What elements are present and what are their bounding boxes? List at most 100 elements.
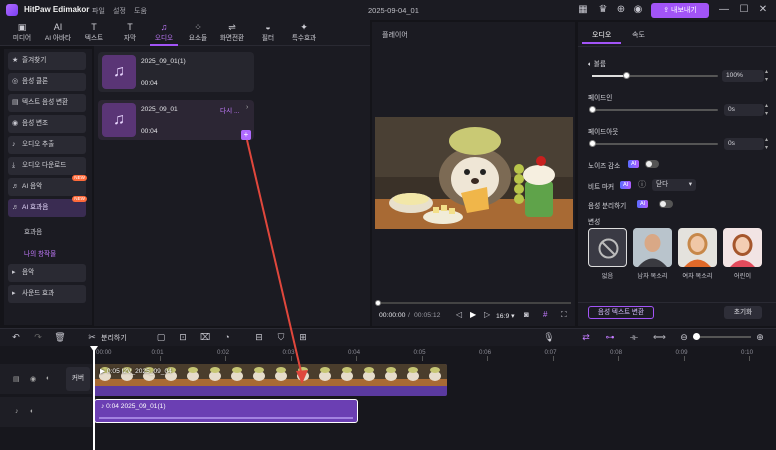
chevron-right-icon[interactable]: › (246, 104, 248, 111)
noise-reduction-toggle[interactable] (645, 160, 659, 168)
tab-ai[interactable]: AI AI 아바타 (40, 22, 76, 46)
tab-speed[interactable]: 속도 (622, 28, 655, 42)
fade-in-value[interactable]: 0s (724, 104, 764, 116)
tab-audio[interactable]: 오디오 (582, 28, 622, 44)
zoom-out-icon[interactable]: ⊖ (678, 331, 690, 343)
tab-elements[interactable]: ⁘ 요소들 (180, 22, 216, 46)
split-label[interactable]: 분리하기 (101, 333, 127, 343)
export-button[interactable]: ⇪ 내보내기 (651, 3, 709, 18)
aspect-ratio-select[interactable]: 16:9 ▾ (496, 312, 515, 320)
menu-file[interactable]: 파일 (92, 6, 105, 16)
playhead[interactable] (93, 346, 95, 450)
sidebar-item-6[interactable]: ♬ AI 음악 NEW (8, 175, 87, 196)
tab-media[interactable]: ▣ 미디어 (4, 22, 40, 46)
add-to-timeline-icon[interactable]: + (241, 130, 251, 140)
sidebar-item-2[interactable]: ▤ 텍스트 음성 변환 (8, 94, 86, 112)
audio-clip[interactable]: ♪ 0:04 2025_09_01(1) (94, 399, 358, 423)
fade-in-stepper-icon[interactable]: ▴ ▾ (765, 102, 768, 118)
sidebar-item-3[interactable]: ◉ 음성 변조 (8, 115, 86, 133)
fade-out-stepper-icon[interactable]: ▴ ▾ (765, 136, 768, 152)
voice-male[interactable] (633, 228, 672, 267)
reset-button[interactable]: 초기화 (724, 306, 762, 319)
minimize-icon[interactable]: — (718, 4, 730, 16)
redo-icon[interactable]: ↷ (32, 331, 44, 343)
ripple-icon[interactable]: ⟛ (628, 331, 640, 343)
media-item[interactable]: ♫ 2025_09_01 00:04 다시 ... › + (98, 100, 254, 140)
volume-icon[interactable]: ◐ (30, 408, 34, 415)
zoom-in-icon[interactable]: ⊕ (754, 331, 766, 343)
regenerate-link[interactable]: 다시 ... (220, 105, 239, 115)
tab-text[interactable]: T 텍스트 (76, 22, 112, 46)
media-item[interactable]: ♫ 2025_09_01(1) 00:04 (98, 52, 254, 92)
fullscreen-icon[interactable]: ⛶ (561, 310, 567, 320)
speed-icon[interactable]: ◔ (221, 331, 233, 343)
player-progress-knob[interactable] (375, 300, 381, 306)
microphone-icon[interactable]: 🎙︎ (543, 331, 555, 343)
eye-icon[interactable]: ◉ (30, 375, 36, 383)
sidebar-sub-my-creations[interactable]: 나의 창작물 (24, 248, 56, 258)
menu-settings[interactable]: 설정 (113, 6, 126, 16)
close-icon[interactable]: ✕ (757, 4, 769, 16)
player-progress-track[interactable] (377, 302, 571, 304)
tab-subtitle[interactable]: T 자막 (112, 22, 148, 46)
tab-audio[interactable]: ♫ 오디오 (146, 22, 182, 46)
mute-icon[interactable]: ◐ (46, 375, 50, 382)
volume-value[interactable]: 100% (722, 70, 764, 82)
undo-icon[interactable]: ↶ (10, 331, 22, 343)
sidebar-item-4[interactable]: ♪ 오디오 추출 (8, 136, 86, 154)
next-frame-icon[interactable]: ▷ (484, 310, 490, 319)
voice-female[interactable] (678, 228, 717, 267)
grid-overlay-icon[interactable]: # (543, 310, 547, 319)
zoom-slider-knob[interactable] (693, 333, 700, 340)
download-icon[interactable]: ⊕ (615, 4, 627, 16)
delete-icon[interactable]: 🗑︎ (54, 331, 66, 343)
fit-icon[interactable]: ⟺ (653, 331, 666, 343)
video-clip[interactable]: ▶ 0:05 I2V_2025_09_04 (94, 364, 447, 396)
voice-child[interactable] (723, 228, 762, 267)
tab-filter[interactable]: ◒ 필터 (250, 22, 286, 46)
fade-out-slider-knob[interactable] (589, 140, 596, 147)
beat-marker-select[interactable]: 닫다 ▾ (652, 179, 696, 191)
total-time: 00:05:12 (414, 312, 441, 319)
speech-to-text-button[interactable]: 음성 텍스트 변환 (588, 306, 654, 319)
crop-icon[interactable]: ▢ (155, 331, 167, 343)
export-frame-icon[interactable]: ⊞ (297, 331, 309, 343)
fade-out-value[interactable]: 0s (724, 138, 764, 150)
zoom-slider[interactable] (693, 336, 751, 338)
tab-transition[interactable]: ⇌ 화면전환 (214, 22, 250, 46)
sidebar-item-7[interactable]: ♬ AI 효과음 NEW (8, 196, 87, 217)
video-preview[interactable] (375, 117, 573, 229)
sidebar-item-5[interactable]: ⤓ 오디오 다운로드 (8, 157, 86, 175)
fade-out-slider[interactable] (592, 143, 718, 145)
fade-in-slider[interactable] (592, 109, 718, 111)
play-icon[interactable]: ▶ (470, 310, 476, 319)
sidebar-item-0[interactable]: ★ 즐겨찾기 (8, 52, 86, 70)
text-box-icon[interactable]: ⊡ (177, 331, 189, 343)
ai-icon: AI (53, 22, 63, 32)
user-icon[interactable]: ◉ (632, 4, 644, 16)
cover-button[interactable]: 커버 (66, 367, 90, 391)
sidebar-item-music[interactable]: ▸ 음악 (8, 264, 86, 282)
menu-help[interactable]: 도움 (134, 6, 147, 16)
previous-frame-icon[interactable]: ◁ (456, 310, 462, 319)
volume-slider-knob[interactable] (623, 72, 631, 79)
tab-effects[interactable]: ✦ 특수효과 (286, 22, 322, 46)
sidebar-sub-sound-effects[interactable]: 효과음 (24, 226, 42, 236)
snapshot-icon[interactable]: ◙ (524, 310, 529, 319)
crown-icon[interactable]: ♛ (597, 4, 609, 16)
fade-in-slider-knob[interactable] (589, 106, 596, 113)
maximize-icon[interactable]: ☐ (738, 4, 750, 16)
trim-icon[interactable]: ⌧ (199, 331, 211, 343)
sidebar-item-1[interactable]: ◎ 음성 클론 (8, 73, 86, 91)
sidebar-item-sound-fx[interactable]: ▸ 사운드 효과 (8, 285, 86, 303)
shield-icon[interactable]: ⛉ (275, 331, 287, 343)
caption-icon[interactable]: ⊟ (253, 331, 265, 343)
voice-none[interactable] (588, 228, 627, 267)
info-icon[interactable]: ⓘ (638, 179, 646, 190)
link-icon[interactable]: ⇄ (580, 331, 592, 343)
volume-stepper-icon[interactable]: ▴ ▾ (765, 68, 768, 84)
magnet-icon[interactable]: ⊶ (604, 331, 616, 343)
split-icon[interactable]: ✂ (86, 331, 98, 343)
voice-separation-toggle[interactable] (659, 200, 673, 208)
grid-icon[interactable]: ▦ (577, 4, 589, 16)
